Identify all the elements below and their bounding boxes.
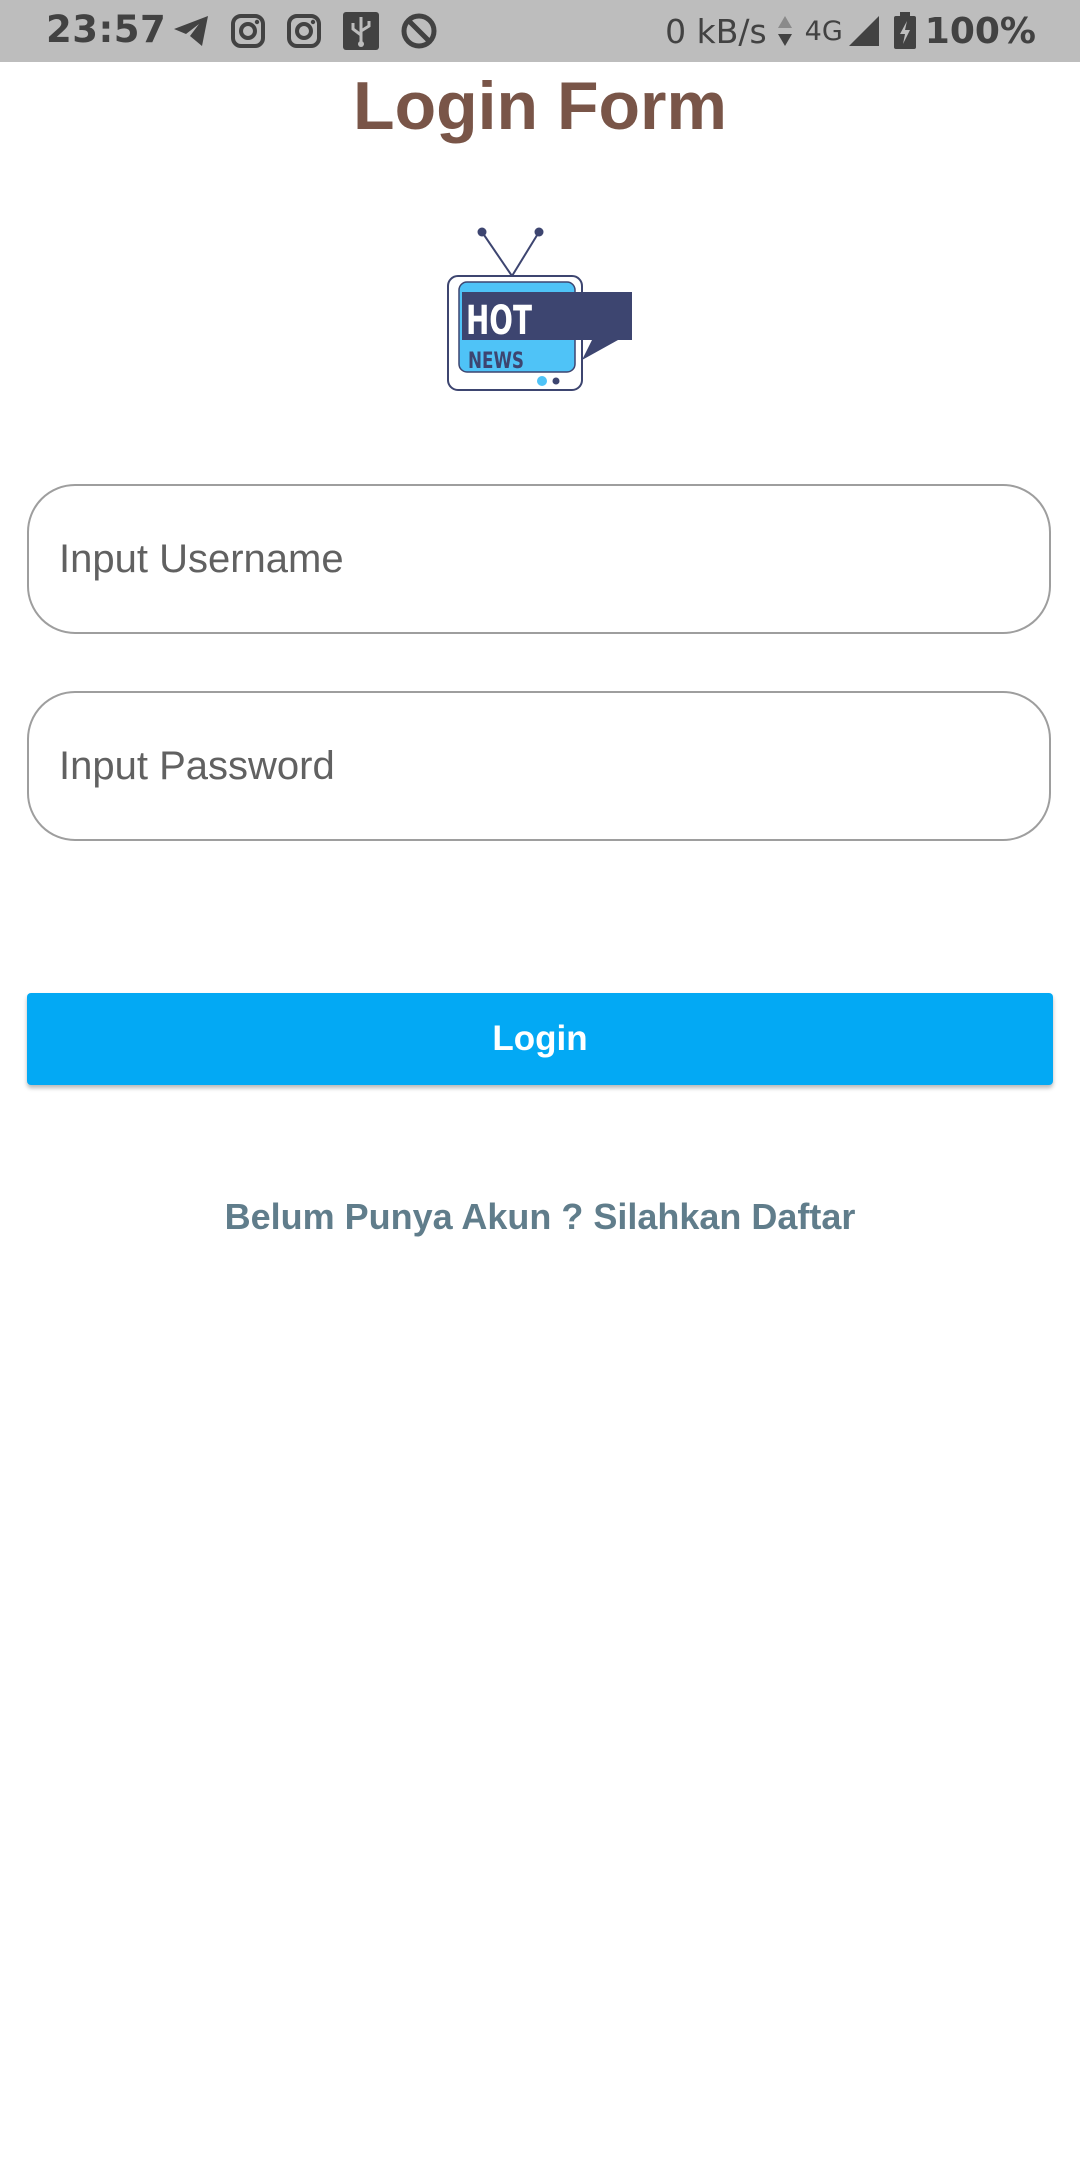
- battery-percent: 100%: [924, 10, 1036, 52]
- network-type: 4G: [804, 15, 843, 47]
- instagram-icon: [231, 14, 265, 48]
- net-speed: 0 kB/s: [665, 11, 767, 51]
- username-field[interactable]: [27, 484, 1051, 634]
- page-title: Login Form: [353, 68, 727, 144]
- system-icons: 0 kB/s 4G 100%: [665, 8, 1036, 54]
- login-button[interactable]: Login: [27, 993, 1053, 1085]
- password-input[interactable]: [59, 693, 1019, 839]
- password-field[interactable]: [27, 691, 1051, 841]
- data-arrows-icon: [777, 16, 792, 46]
- status-bar: 23:57 0 kB/s 4G 100%: [0, 0, 1080, 62]
- usb-icon: [343, 12, 379, 50]
- notification-icons: [172, 10, 438, 52]
- telegram-icon: [174, 16, 208, 46]
- username-input[interactable]: [59, 486, 1019, 632]
- hot-news-logo: HOT NEWS: [447, 227, 632, 391]
- logo-text-news: NEWS: [468, 349, 524, 374]
- logo-text-hot: HOT: [466, 298, 532, 344]
- instagram-icon: [287, 14, 321, 48]
- status-time: 23:57: [46, 8, 167, 51]
- register-link[interactable]: Belum Punya Akun ? Silahkan Daftar: [0, 1196, 1080, 1238]
- signal-icon: [848, 16, 879, 46]
- data-saver-icon: [401, 13, 437, 49]
- battery-charging-icon: [893, 12, 916, 49]
